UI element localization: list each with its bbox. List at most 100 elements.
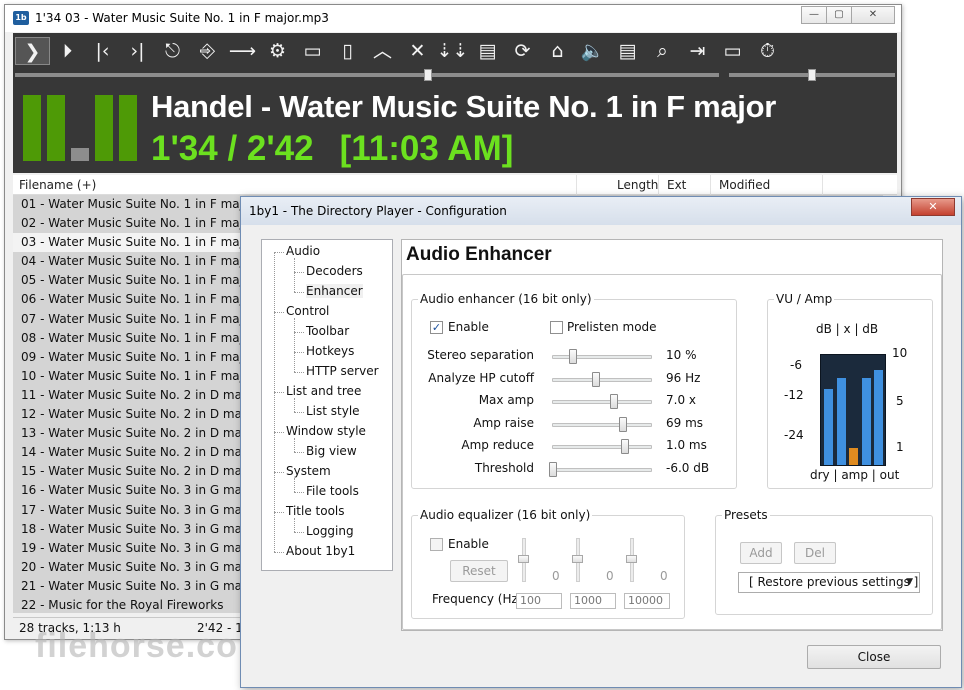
eq-band-thumb[interactable]	[518, 555, 529, 563]
amp-raise-slider-track[interactable]	[552, 422, 652, 427]
eq-band-thumb[interactable]	[572, 555, 583, 563]
frequency-input-low[interactable]: 100	[516, 593, 562, 609]
tree-item-big-view[interactable]: Big view	[306, 444, 357, 458]
seek-thumb[interactable]	[423, 69, 432, 81]
vu-amp-bar	[861, 378, 871, 465]
home-icon[interactable]: ⌂	[540, 37, 575, 65]
tree-item-toolbar[interactable]: Toolbar	[306, 324, 349, 338]
time-display: 1'34 / 2'42 [11:03 AM]	[151, 129, 513, 169]
settings-panel: Audio Enhancer Audio enhancer (16 bit on…	[401, 239, 943, 631]
threshold-slider-track[interactable]	[552, 468, 652, 472]
app-icon: 1b	[13, 11, 29, 25]
vu-scale-right-0: 10	[892, 346, 908, 360]
column-modified[interactable]: Modified	[713, 175, 823, 195]
tree-item-hotkeys[interactable]: Hotkeys	[306, 344, 354, 358]
panel-frame: Audio enhancer (16 bit only) ✓ Enable Pr…	[402, 274, 942, 630]
settings-icon[interactable]: ⚙	[260, 37, 295, 65]
preset-select[interactable]: [ Restore previous settings ] ▼	[738, 572, 920, 593]
analyze-hp-cutoff-slider-track[interactable]	[552, 377, 652, 382]
tree-item-decoders[interactable]: Decoders	[306, 264, 363, 278]
stereo-separation-label: Stereo separation	[427, 348, 534, 362]
tree-item-title-tools[interactable]: Title tools	[286, 504, 345, 518]
tree-item-list-and-tree[interactable]: List and tree	[286, 384, 361, 398]
column-ext[interactable]: Ext	[661, 175, 711, 195]
open-folder-icon[interactable]: ⎋	[155, 37, 190, 65]
tree-item-enhancer[interactable]: Enhancer	[306, 284, 363, 298]
max-amp-slider-track[interactable]	[552, 400, 652, 405]
player-titlebar: 1b 1'34 03 - Water Music Suite No. 1 in …	[5, 5, 901, 32]
jump-icon[interactable]: ⟶	[225, 37, 260, 65]
stereo-separation-slider-track[interactable]	[552, 355, 652, 359]
tree-item-window-style[interactable]: Window style	[286, 424, 366, 438]
tree-connector	[294, 438, 295, 452]
tree-connector	[274, 472, 284, 473]
audio-equalizer-group: Audio equalizer (16 bit only) Enable Res…	[411, 508, 685, 619]
next-icon[interactable]: ›|	[120, 37, 155, 65]
tree-item-system[interactable]: System	[286, 464, 331, 478]
tree-connector	[294, 532, 304, 533]
next-folder-icon[interactable]: ⎆	[190, 37, 225, 65]
tree-item-file-tools[interactable]: File tools	[306, 484, 359, 498]
maximize-button[interactable]: ▢	[826, 6, 852, 24]
tree-item-list-style[interactable]: List style	[306, 404, 360, 418]
sort-icon[interactable]: ⇣⇣	[435, 37, 470, 65]
play-icon[interactable]: ❯	[15, 37, 50, 65]
max-amp-label: Max amp	[478, 393, 534, 408]
enable-equalizer-label: Enable	[448, 537, 489, 551]
bookmark-icon[interactable]: ▤	[610, 37, 645, 65]
tree-connector	[274, 252, 275, 552]
amp-reduce-slider-thumb[interactable]	[621, 439, 629, 455]
tree-item-about-1by1[interactable]: About 1by1	[286, 544, 355, 558]
previous-icon[interactable]: |‹	[85, 37, 120, 65]
repeat-icon[interactable]: ⟳	[505, 37, 540, 65]
collapse-icon[interactable]: ︿	[365, 37, 400, 65]
seek-bar[interactable]	[15, 73, 719, 77]
tree-item-control[interactable]: Control	[286, 304, 329, 318]
playlist-view-icon[interactable]: ▤	[470, 37, 505, 65]
amp-raise-slider-thumb[interactable]	[619, 416, 628, 432]
timer-icon[interactable]: ⏱	[750, 37, 785, 65]
volume-thumb[interactable]	[808, 69, 816, 81]
close-dialog-button[interactable]: Close	[807, 645, 941, 669]
max-amp-slider-thumb[interactable]	[610, 394, 619, 410]
stereo-separation-value: 10 %	[666, 348, 697, 362]
vu-scale-left-1: -12	[784, 388, 804, 402]
remove-icon[interactable]: ⇥	[680, 37, 715, 65]
mute-icon[interactable]: 🔈	[575, 37, 610, 65]
tree-item-audio[interactable]: Audio	[286, 244, 320, 258]
delete-preset-button[interactable]: Del	[794, 542, 836, 564]
stereo-separation-slider-thumb[interactable]	[569, 349, 578, 364]
time-position: 1'34 / 2'42	[151, 129, 314, 168]
frequency-input-mid[interactable]: 1000	[570, 593, 616, 609]
amp-reduce-slider-track[interactable]	[552, 445, 652, 450]
sidebar-icon[interactable]: ▯	[330, 37, 365, 65]
vu-scale-right-2: 1	[896, 440, 904, 454]
tree-item-http-server[interactable]: HTTP server	[306, 364, 379, 378]
tree-connector	[274, 512, 284, 513]
minimize-button[interactable]: —	[801, 6, 827, 24]
eq-band-thumb[interactable]	[626, 555, 637, 563]
vu-amp-header: dB | x | dB	[816, 322, 879, 336]
tree-item-logging[interactable]: Logging	[306, 524, 354, 538]
add-preset-button[interactable]: Add	[740, 542, 782, 564]
frequency-input-high[interactable]: 10000	[624, 593, 670, 609]
window-mode-icon[interactable]: ▭	[295, 37, 330, 65]
tree-connector	[294, 352, 304, 353]
enable-equalizer-checkbox[interactable]	[430, 538, 443, 551]
tree-connector	[274, 312, 284, 313]
close-button[interactable]: ✕	[851, 6, 895, 24]
info-icon[interactable]: ▭	[715, 37, 750, 65]
column-length[interactable]: Length	[611, 175, 659, 195]
reset-button[interactable]: Reset	[450, 560, 508, 582]
vu-amp-footer: dry | amp | out	[810, 468, 900, 482]
dialog-close-button[interactable]: ✕	[911, 198, 955, 216]
stop-icon[interactable]: ✕	[400, 37, 435, 65]
search-icon[interactable]: ⌕	[645, 37, 680, 65]
configuration-dialog: 1by1 - The Directory Player - Configurat…	[240, 196, 962, 688]
enable-enhancer-checkbox[interactable]: ✓	[430, 321, 443, 334]
column-filename[interactable]: Filename (+)	[13, 175, 577, 195]
prelisten-mode-checkbox[interactable]	[550, 321, 563, 334]
threshold-slider-thumb[interactable]	[549, 462, 557, 477]
analyze-hp-cutoff-slider-thumb[interactable]	[592, 371, 601, 387]
play-pause-icon[interactable]: ⏵	[50, 37, 85, 65]
